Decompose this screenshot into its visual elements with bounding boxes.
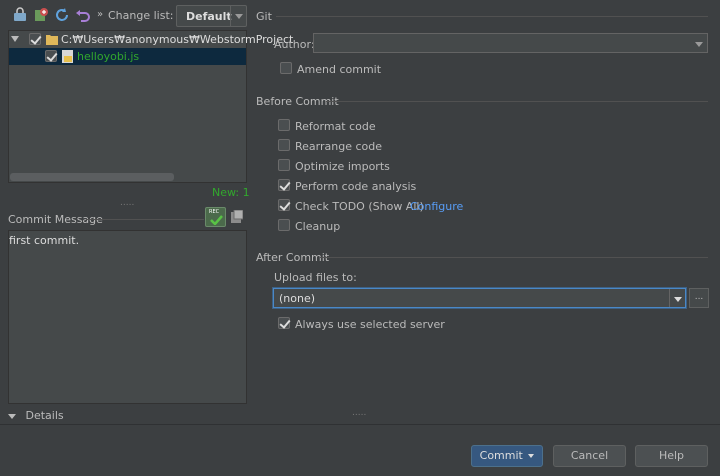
perform-code-analysis-checkbox[interactable]	[278, 179, 290, 191]
commit-button[interactable]: Commit	[471, 445, 543, 467]
help-button[interactable]: Help	[635, 445, 708, 467]
folder-icon	[46, 34, 58, 48]
expand-arrow-icon[interactable]	[11, 36, 19, 42]
revert-icon[interactable]	[75, 7, 91, 23]
changes-tree[interactable]: C:₩Users₩anonymous₩WebstormProject hello…	[8, 30, 293, 183]
tree-row-file[interactable]: helloyobi.js	[9, 48, 246, 65]
author-field[interactable]	[313, 33, 708, 53]
details-label: Details	[25, 409, 64, 422]
cleanup-label: Cleanup	[295, 220, 341, 233]
commit-icon[interactable]	[33, 7, 49, 23]
divider	[276, 16, 708, 17]
always-use-server-checkbox[interactable]	[278, 317, 290, 329]
tree-scrollbar[interactable]	[10, 173, 174, 181]
cleanup-checkbox[interactable]	[278, 219, 290, 231]
optimize-imports-label: Optimize imports	[295, 160, 390, 173]
after-commit-title: After Commit	[256, 251, 330, 264]
chevron-down-icon[interactable]	[669, 289, 685, 307]
cancel-button[interactable]: Cancel	[553, 445, 626, 467]
root-path: C:₩Users₩anonymous₩WebstormProject	[61, 33, 294, 46]
recent-messages-button[interactable]: REC	[205, 207, 226, 227]
chevron-down-icon[interactable]	[691, 34, 707, 52]
commit-message-text: first commit.	[9, 234, 80, 247]
browse-servers-button[interactable]: ...	[689, 288, 709, 308]
tree-row-root[interactable]: C:₩Users₩anonymous₩WebstormProject	[9, 31, 293, 48]
expand-arrow-icon	[8, 413, 16, 419]
upload-server-select[interactable]: (none)	[273, 288, 686, 308]
vcs-refresh-icon[interactable]	[12, 7, 28, 23]
upload-files-label: Upload files to:	[274, 271, 357, 284]
change-list-label: Change list:	[108, 9, 174, 22]
always-use-server-label: Always use selected server	[295, 318, 445, 331]
divider	[86, 219, 204, 220]
commit-button-label: Commit	[479, 449, 523, 462]
reformat-code-checkbox[interactable]	[278, 119, 290, 131]
refresh-icon[interactable]	[54, 7, 70, 23]
divider	[320, 257, 708, 258]
reformat-code-label: Reformat code	[295, 120, 376, 133]
divider	[0, 424, 720, 425]
rearrange-code-label: Rearrange code	[295, 140, 382, 153]
author-label: Author:	[274, 38, 315, 51]
file-name: helloyobi.js	[77, 50, 140, 63]
divider	[326, 101, 708, 102]
check-todo-checkbox[interactable]	[278, 199, 290, 211]
chevron-down-icon	[528, 454, 535, 458]
commit-message-history-icon[interactable]	[231, 209, 244, 223]
commit-message-input[interactable]: first commit.	[8, 230, 247, 404]
js-file-icon	[62, 50, 74, 66]
chevron-down-icon	[230, 6, 246, 26]
splitter-handle[interactable]: .....	[120, 198, 134, 208]
file-checkbox[interactable]	[45, 50, 57, 62]
perform-code-analysis-label: Perform code analysis	[295, 180, 417, 193]
change-list-value: Default	[186, 10, 232, 23]
git-section-title: Git	[256, 10, 272, 23]
check-todo-label: Check TODO (Show All)	[295, 200, 424, 213]
optimize-imports-checkbox[interactable]	[278, 159, 290, 171]
configure-link[interactable]: Configure	[410, 200, 463, 213]
splitter-handle[interactable]: .....	[352, 408, 366, 418]
change-list-select[interactable]: Default	[176, 5, 247, 27]
rearrange-code-checkbox[interactable]	[278, 139, 290, 151]
new-count: New: 1	[212, 186, 250, 199]
amend-commit-checkbox[interactable]	[280, 62, 292, 74]
chevron-right-icon: »	[97, 9, 104, 20]
upload-server-value: (none)	[279, 292, 316, 305]
root-checkbox[interactable]	[29, 33, 41, 45]
amend-commit-label: Amend commit	[297, 63, 382, 76]
details-toggle[interactable]: Details	[8, 409, 64, 422]
